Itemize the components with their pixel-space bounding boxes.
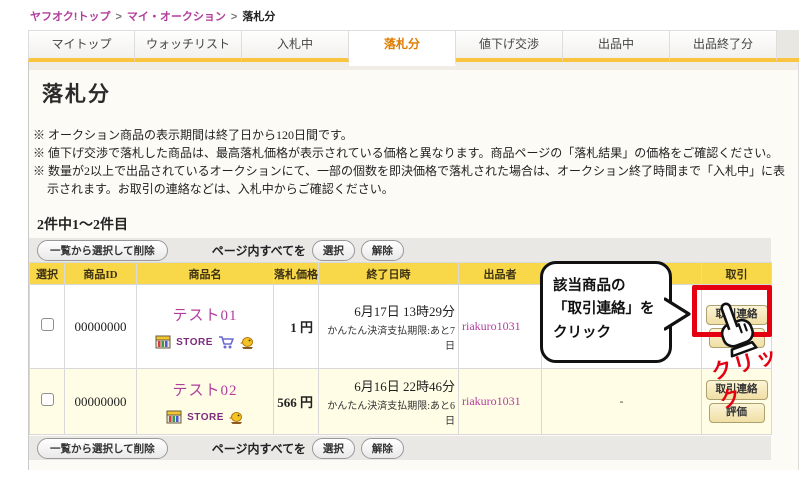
store-label: STORE bbox=[176, 337, 213, 348]
cart-icon bbox=[218, 335, 235, 349]
seller-link[interactable]: riakuro1031 bbox=[462, 394, 521, 408]
delete-selected-button[interactable]: 一覧から選択して削除 bbox=[37, 240, 168, 261]
callout-tail bbox=[664, 297, 692, 331]
end-datetime: 6月16日 22時46分 bbox=[319, 376, 455, 395]
callout-line: 「取引連絡」を bbox=[553, 298, 661, 321]
product-link[interactable]: テスト02 bbox=[137, 379, 273, 400]
chick-icon bbox=[240, 336, 255, 349]
winning-price: 1 円 bbox=[274, 285, 319, 369]
instruction-callout: 該当商品の 「取引連絡」を クリック bbox=[540, 261, 672, 363]
header-end-date: 終了日時 bbox=[319, 263, 459, 285]
header-price: 落札価格 bbox=[274, 263, 319, 285]
product-id: 00000000 bbox=[65, 369, 137, 435]
seller-link[interactable]: riakuro1031 bbox=[462, 319, 521, 333]
payment-deadline: かんたん決済支払期限:あと7日 bbox=[319, 322, 455, 352]
product-id: 00000000 bbox=[65, 285, 137, 369]
delete-selected-button[interactable]: 一覧から選択して削除 bbox=[37, 438, 168, 459]
notice-item: ※ 値下げ交渉で落札した商品は、最高落札価格が表示されている価格と異なります。商… bbox=[33, 144, 793, 162]
notice-list: ※ オークション商品の表示期間は終了日から120日間です。 ※ 値下げ交渉で落札… bbox=[33, 126, 793, 198]
tab-bar: マイトップ ウォッチリスト 入札中 落札分 値下げ交渉 出品中 出品終了分 bbox=[28, 30, 799, 62]
end-datetime: 6月17日 13時29分 bbox=[319, 301, 455, 320]
row-checkbox[interactable] bbox=[41, 393, 54, 406]
select-all-label: ページ内すべてを bbox=[212, 242, 306, 259]
header-product-name: 商品名 bbox=[137, 263, 274, 285]
tab-bar-filler bbox=[777, 30, 799, 62]
notice-item: ※ 数量が2以上で出品されているオークションにて、一部の個数を即決価格で落札され… bbox=[33, 162, 793, 198]
breadcrumb-link-top[interactable]: ヤフオク!トップ bbox=[30, 11, 110, 23]
header-select: 選択 bbox=[30, 263, 65, 285]
callout-line: クリック bbox=[553, 322, 661, 345]
tab-won-items[interactable]: 落札分 bbox=[349, 30, 456, 66]
winning-price: 566 円 bbox=[274, 369, 319, 435]
tab-selling[interactable]: 出品中 bbox=[563, 30, 670, 62]
header-seller: 出品者 bbox=[459, 263, 542, 285]
tab-price-negotiation[interactable]: 値下げ交渉 bbox=[456, 30, 563, 62]
product-badges: STORE bbox=[137, 335, 273, 349]
chick-icon bbox=[229, 411, 244, 424]
breadcrumb-separator: > bbox=[115, 11, 121, 23]
header-trade: 取引 bbox=[702, 263, 772, 285]
breadcrumb-separator: > bbox=[231, 11, 237, 23]
main-content: 落札分 ※ オークション商品の表示期間は終了日から120日間です。 ※ 値下げ交… bbox=[28, 62, 799, 470]
bottom-action-bar: 一覧から選択して削除 ページ内すべてを 選択 解除 bbox=[29, 436, 771, 460]
deselect-all-button[interactable]: 解除 bbox=[361, 240, 404, 261]
select-all-label: ページ内すべてを bbox=[212, 440, 306, 457]
breadcrumb-current: 落札分 bbox=[242, 11, 275, 23]
breadcrumb: ヤフオク!トップ > マイ・オークション > 落札分 bbox=[30, 8, 275, 24]
page-title: 落札分 bbox=[42, 78, 111, 108]
tab-ended-listings[interactable]: 出品終了分 bbox=[670, 30, 777, 62]
table-row: 00000000 テスト02 STORE 566 円 6月16日 22時46分 … bbox=[30, 369, 772, 435]
deselect-all-button[interactable]: 解除 bbox=[361, 438, 404, 459]
tab-bidding[interactable]: 入札中 bbox=[242, 30, 349, 62]
store-label: STORE bbox=[187, 412, 224, 423]
payment-deadline: かんたん決済支払期限:あと6日 bbox=[319, 397, 455, 427]
notice-item: ※ オークション商品の表示期間は終了日から120日間です。 bbox=[33, 126, 793, 144]
yahoo-auction-won-items-page: ヤフオク!トップ > マイ・オークション > 落札分 マイトップ ウォッチリスト 入札中… bbox=[0, 0, 805, 478]
result-count: 2件中1〜2件目 bbox=[37, 214, 128, 234]
breadcrumb-link-my-auction[interactable]: マイ・オークション bbox=[127, 11, 226, 23]
header-product-id: 商品ID bbox=[65, 263, 137, 285]
callout-line: 該当商品の bbox=[553, 275, 661, 298]
top-action-bar: 一覧から選択して削除 ページ内すべてを 選択 解除 bbox=[29, 238, 771, 262]
tab-my-top[interactable]: マイトップ bbox=[28, 30, 135, 62]
row-checkbox[interactable] bbox=[41, 318, 54, 331]
product-link[interactable]: テスト01 bbox=[137, 304, 273, 325]
select-all-button[interactable]: 選択 bbox=[312, 438, 355, 459]
select-all-button[interactable]: 選択 bbox=[312, 240, 355, 261]
tab-watchlist[interactable]: ウォッチリスト bbox=[135, 30, 242, 62]
product-badges: STORE bbox=[137, 410, 273, 424]
store-icon bbox=[155, 335, 171, 349]
extra-cell: - bbox=[542, 369, 702, 435]
store-icon bbox=[166, 410, 182, 424]
